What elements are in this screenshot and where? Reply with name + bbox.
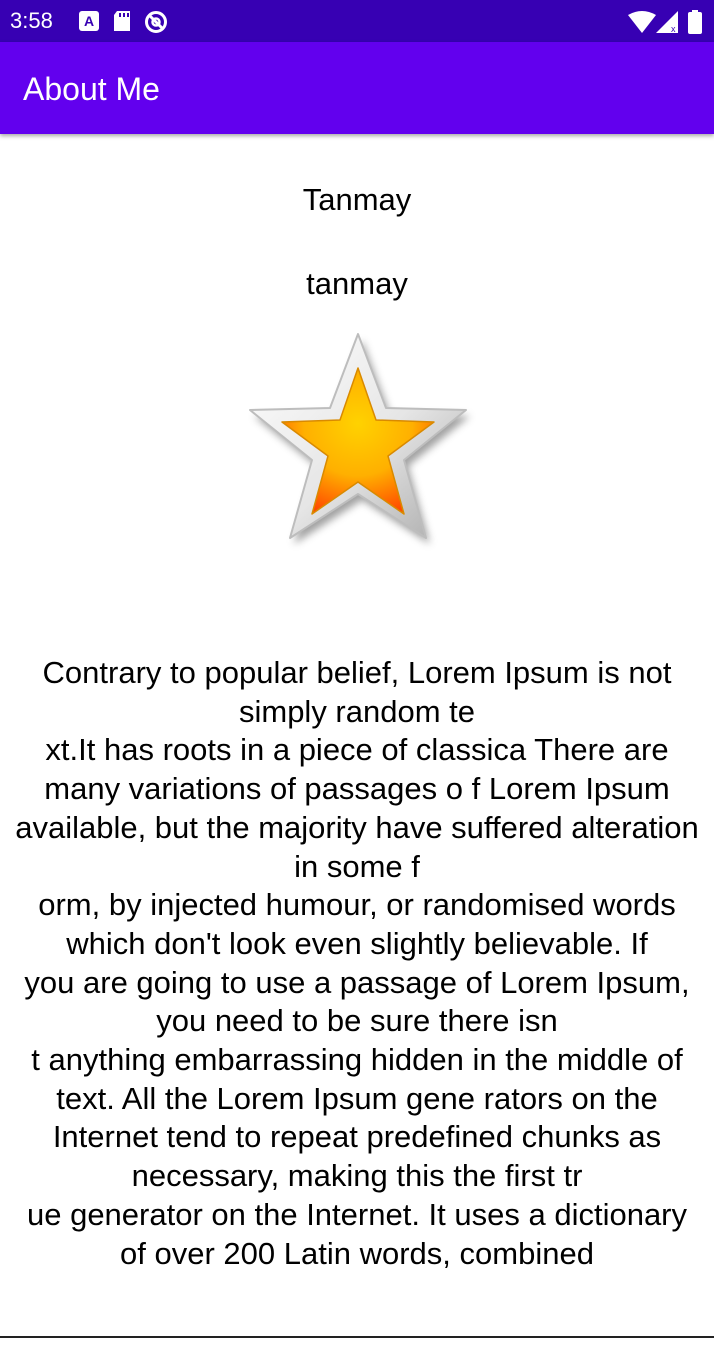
svg-text:A: A	[84, 13, 94, 29]
sd-card-icon	[112, 10, 132, 37]
bottom-edge	[0, 1336, 714, 1366]
wifi-icon	[628, 11, 656, 38]
status-bar: 3:58 A x	[0, 0, 714, 42]
svg-text:x: x	[671, 24, 676, 33]
status-time: 3:58	[10, 8, 53, 33]
description-text: Contrary to popular belief, Lorem Ipsum …	[15, 655, 699, 1271]
name-text: Tanmay	[302, 182, 412, 217]
accessibility-a-icon: A	[78, 10, 100, 37]
star-icon	[238, 328, 478, 568]
app-bar: About Me	[0, 42, 714, 134]
nickname-text: tanmay	[306, 266, 408, 301]
cellular-signal-icon: x	[656, 11, 680, 38]
about-content[interactable]: Tanmay tanmay Contrary to popular belief…	[0, 134, 714, 1336]
app-bar-title: About Me	[23, 71, 160, 107]
battery-icon	[688, 10, 702, 39]
do-not-disturb-icon	[144, 10, 168, 39]
